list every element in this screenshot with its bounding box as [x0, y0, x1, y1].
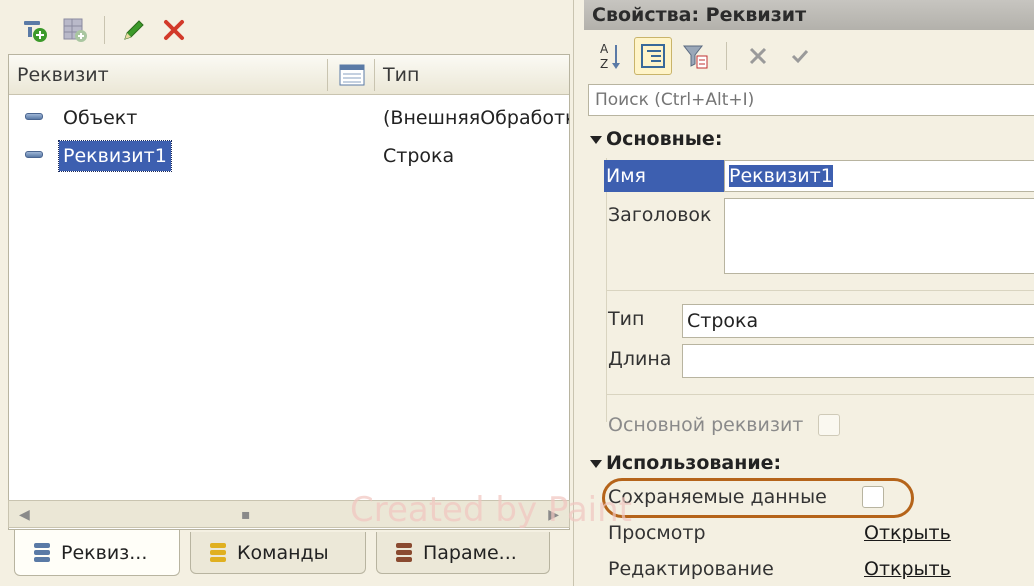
- sort-az-icon: A Z: [600, 42, 620, 71]
- delete-button[interactable]: [157, 13, 191, 47]
- categories-button[interactable]: [634, 37, 672, 75]
- attribute-icon: [25, 113, 43, 120]
- collapse-triangle-icon: [590, 459, 602, 468]
- attributes-toolbar: [8, 8, 570, 52]
- stack-icon: [34, 542, 50, 562]
- main-attribute-label: Основной реквизит: [608, 414, 804, 436]
- sort-alphabetically-button[interactable]: A Z: [592, 37, 630, 75]
- cancel-button[interactable]: [739, 37, 777, 75]
- tab-label: Команды: [237, 541, 329, 564]
- add-attribute-button[interactable]: [18, 13, 52, 47]
- row-name: Реквизит1: [58, 140, 172, 172]
- collapse-triangle-icon: [590, 135, 602, 144]
- tab-label: Параме...: [423, 541, 517, 564]
- filter-icon: [682, 45, 708, 69]
- type-field[interactable]: Строка: [682, 304, 1034, 338]
- section-main[interactable]: Основные:: [590, 128, 722, 150]
- svg-text:Z: Z: [600, 57, 608, 71]
- length-label: Длина: [608, 348, 672, 370]
- add-attribute-icon: [24, 21, 47, 42]
- categories-icon: [641, 44, 665, 68]
- cancel-icon: [749, 47, 767, 65]
- section-usage-title: Использование:: [606, 452, 782, 474]
- tree-row[interactable]: Объект (ВнешняяОбработка: [9, 99, 569, 135]
- column-divider[interactable]: [327, 59, 328, 91]
- tab-parameters[interactable]: Параме...: [376, 532, 550, 574]
- column-divider[interactable]: [374, 59, 375, 91]
- tree-header: Реквизит Тип: [9, 55, 569, 95]
- add-table-button[interactable]: [58, 13, 92, 47]
- highlight-annotation: [602, 478, 914, 518]
- view-open-link[interactable]: Открыть: [864, 522, 951, 544]
- properties-toolbar: A Z: [592, 34, 819, 78]
- scroll-left-icon[interactable]: ◀: [19, 507, 30, 523]
- edit-icon: [124, 20, 144, 40]
- properties-title: Свойства: Реквизит: [584, 0, 1034, 30]
- properties-panel: Свойства: Реквизит A Z Поиск (Ctrl+Alt+I…: [584, 0, 1034, 586]
- edit-open-link[interactable]: Открыть: [864, 558, 951, 580]
- section-usage[interactable]: Использование:: [590, 452, 781, 474]
- row-name: Объект: [63, 107, 138, 129]
- name-label: Имя: [604, 160, 724, 192]
- filter-button[interactable]: [676, 37, 714, 75]
- row-type: (ВнешняяОбработка: [383, 107, 570, 129]
- apply-icon: [791, 49, 809, 64]
- tree-row-selected[interactable]: Реквизит1 Строка: [9, 137, 569, 173]
- grid-line: [606, 394, 1034, 395]
- attributes-tree: Реквизит Тип Объект (ВнешняяОбработка Ре: [8, 54, 570, 530]
- type-label: Тип: [608, 308, 645, 330]
- main-attribute-checkbox[interactable]: [818, 414, 840, 436]
- length-field[interactable]: [682, 344, 1034, 378]
- watermark: Created by Paint: [350, 490, 633, 530]
- bottom-tabs: Реквиз... Команды Параме...: [8, 530, 570, 586]
- toolbar-separator: [104, 16, 105, 44]
- tab-commands[interactable]: Команды: [190, 532, 366, 574]
- stack-icon: [210, 542, 226, 562]
- type-value: Строка: [687, 310, 759, 332]
- svg-text:A: A: [600, 42, 609, 56]
- title-label: Заголовок: [608, 204, 712, 226]
- column-header-attribute[interactable]: Реквизит: [17, 55, 109, 95]
- apply-button[interactable]: [781, 37, 819, 75]
- section-main-title: Основные:: [606, 128, 723, 150]
- name-field[interactable]: Реквизит1: [724, 160, 1034, 192]
- tab-attributes[interactable]: Реквиз...: [14, 530, 180, 576]
- column-header-type[interactable]: Тип: [383, 55, 419, 95]
- toolbar-separator: [726, 42, 727, 70]
- delete-icon: [164, 20, 184, 40]
- grid-line: [606, 290, 1034, 291]
- column-settings-button[interactable]: [339, 64, 365, 90]
- attribute-icon: [25, 151, 43, 158]
- row-type: Строка: [383, 145, 455, 167]
- stack-icon: [396, 542, 412, 562]
- title-field[interactable]: [724, 198, 1034, 274]
- edit-button[interactable]: [117, 13, 151, 47]
- column-settings-icon: [339, 64, 365, 86]
- tab-label: Реквиз...: [61, 541, 148, 564]
- scroll-thumb[interactable]: ▪: [241, 507, 251, 523]
- add-table-icon: [63, 18, 87, 42]
- name-value: Реквизит1: [729, 165, 833, 187]
- edit-label: Редактирование: [608, 558, 774, 580]
- search-input[interactable]: [588, 84, 1034, 116]
